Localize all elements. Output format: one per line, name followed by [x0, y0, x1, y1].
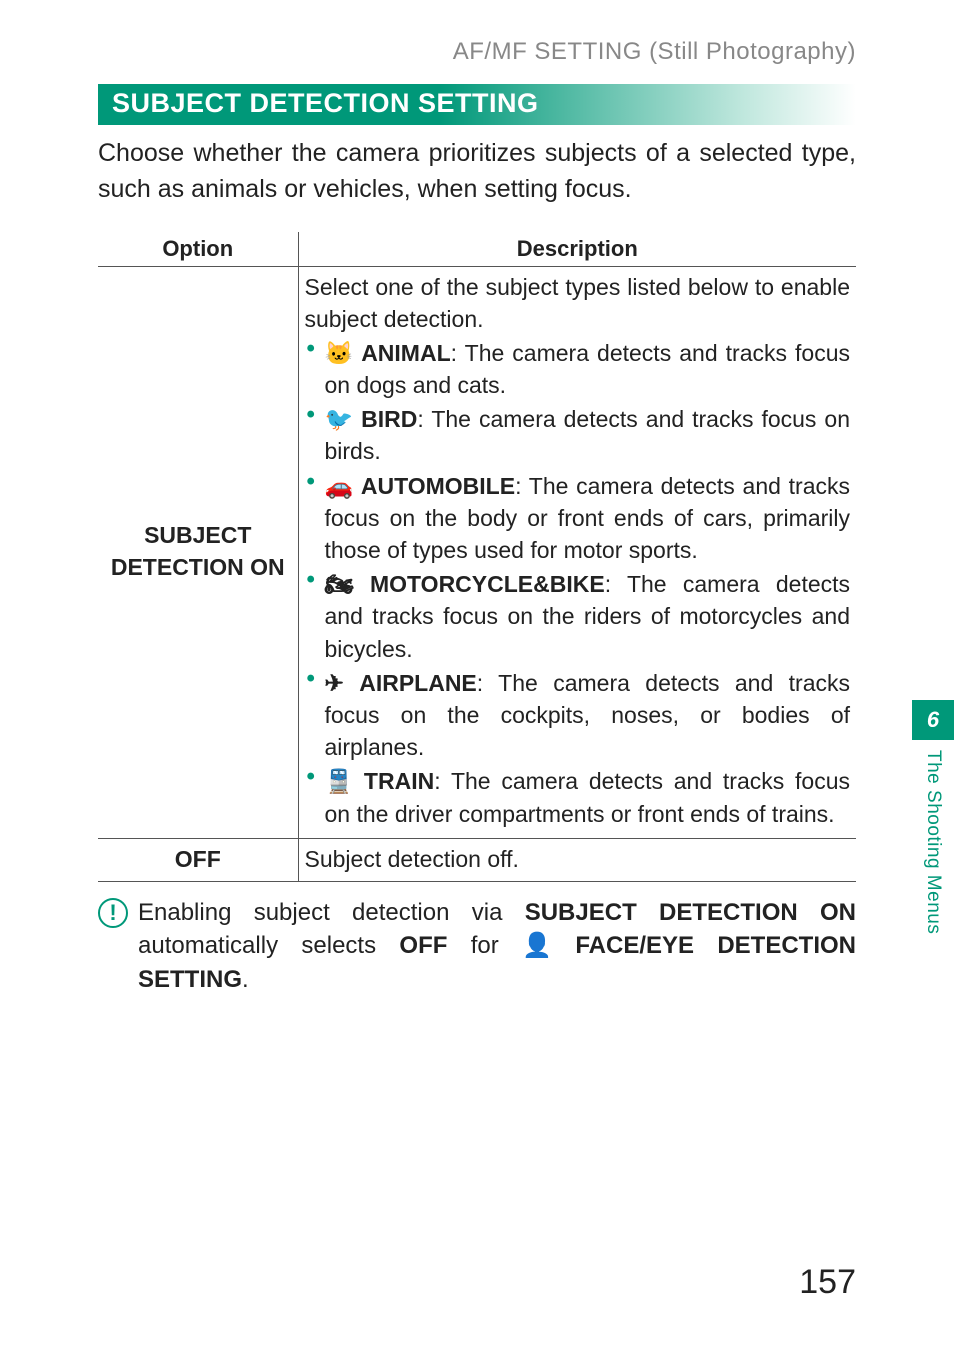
chapter-number-badge: 6 — [912, 700, 954, 740]
option-subject-detection-on: SUBJECT DETECTION ON — [98, 266, 298, 838]
manual-page: AF/MF SETTING (Still Photography) SUBJEC… — [0, 0, 954, 1346]
section-heading: SUBJECT DETECTION SETTING — [98, 84, 856, 125]
subject-type-label: ANIMAL — [361, 340, 450, 366]
list-item: 🐱 ANIMAL: The camera detects and tracks … — [305, 337, 851, 401]
table-row: OFF Subject detection off. — [98, 838, 856, 881]
note-text: Enabling subject detection via SUBJECT D… — [138, 896, 856, 997]
bird-icon: 🐦 — [325, 403, 354, 435]
subject-type-label: AIRPLANE — [359, 670, 477, 696]
table-header-option: Option — [98, 232, 298, 267]
side-tab: 6 The Shooting Menus — [912, 700, 954, 980]
subject-type-list: 🐱 ANIMAL: The camera detects and tracks … — [305, 337, 851, 830]
description-lead: Select one of the subject types listed b… — [305, 271, 851, 335]
train-icon: 🚆 — [325, 765, 354, 797]
subject-type-label: BIRD — [361, 406, 417, 432]
subject-type-label: AUTOMOBILE — [361, 473, 515, 499]
list-item: 🐦 BIRD: The camera detects and tracks fo… — [305, 403, 851, 467]
automobile-icon: 🚗 — [325, 470, 354, 502]
breadcrumb: AF/MF SETTING (Still Photography) — [98, 38, 856, 66]
description-off: Subject detection off. — [298, 838, 856, 881]
chapter-name: The Shooting Menus — [922, 740, 944, 934]
page-number: 157 — [799, 1263, 856, 1302]
list-item: 🏍 MOTORCYCLE&BIKE: The camera detects an… — [305, 568, 851, 665]
face-detection-icon: 👤 — [522, 929, 552, 963]
caution-note: ! Enabling subject detection via SUBJECT… — [98, 896, 856, 997]
intro-paragraph: Choose whether the camera prioritizes su… — [98, 135, 856, 208]
list-item: 🚗 AUTOMOBILE: The camera detects and tra… — [305, 470, 851, 567]
table-header-description: Description — [298, 232, 856, 267]
subject-type-label: TRAIN — [364, 768, 434, 794]
motorcycle-icon: 🏍 — [325, 568, 354, 600]
list-item: ✈ AIRPLANE: The camera detects and track… — [305, 667, 851, 764]
airplane-icon: ✈ — [325, 667, 344, 699]
list-item: 🚆 TRAIN: The camera detects and tracks f… — [305, 765, 851, 829]
warning-icon: ! — [98, 898, 128, 928]
subject-type-label: MOTORCYCLE&BIKE — [370, 571, 605, 597]
table-row: SUBJECT DETECTION ON Select one of the s… — [98, 266, 856, 838]
description-subject-detection-on: Select one of the subject types listed b… — [298, 266, 856, 838]
option-off: OFF — [98, 838, 298, 881]
settings-table: Option Description SUBJECT DETECTION ON … — [98, 232, 856, 882]
animal-icon: 🐱 — [325, 337, 354, 369]
